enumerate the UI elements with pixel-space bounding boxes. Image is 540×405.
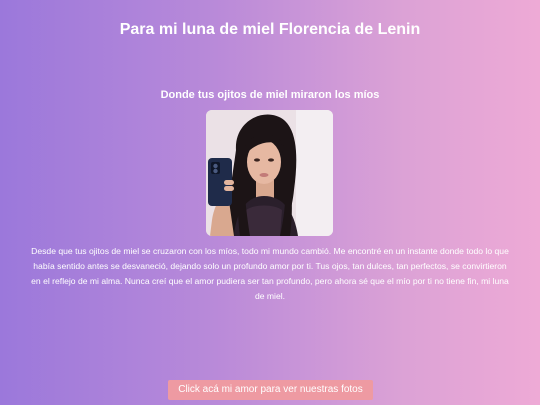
page-subtitle: Donde tus ojitos de miel miraron los mío… — [160, 89, 380, 101]
page-title: Para mi luna de miel Florencia de Lenin — [119, 21, 421, 38]
page-container: Para mi luna de miel Florencia de Lenin … — [0, 0, 540, 405]
view-photos-button[interactable]: Click acá mi amor para ver nuestras foto… — [168, 380, 373, 400]
portrait-photo — [206, 110, 333, 236]
love-message: Desde que tus ojitos de miel se cruzaron… — [31, 246, 509, 301]
